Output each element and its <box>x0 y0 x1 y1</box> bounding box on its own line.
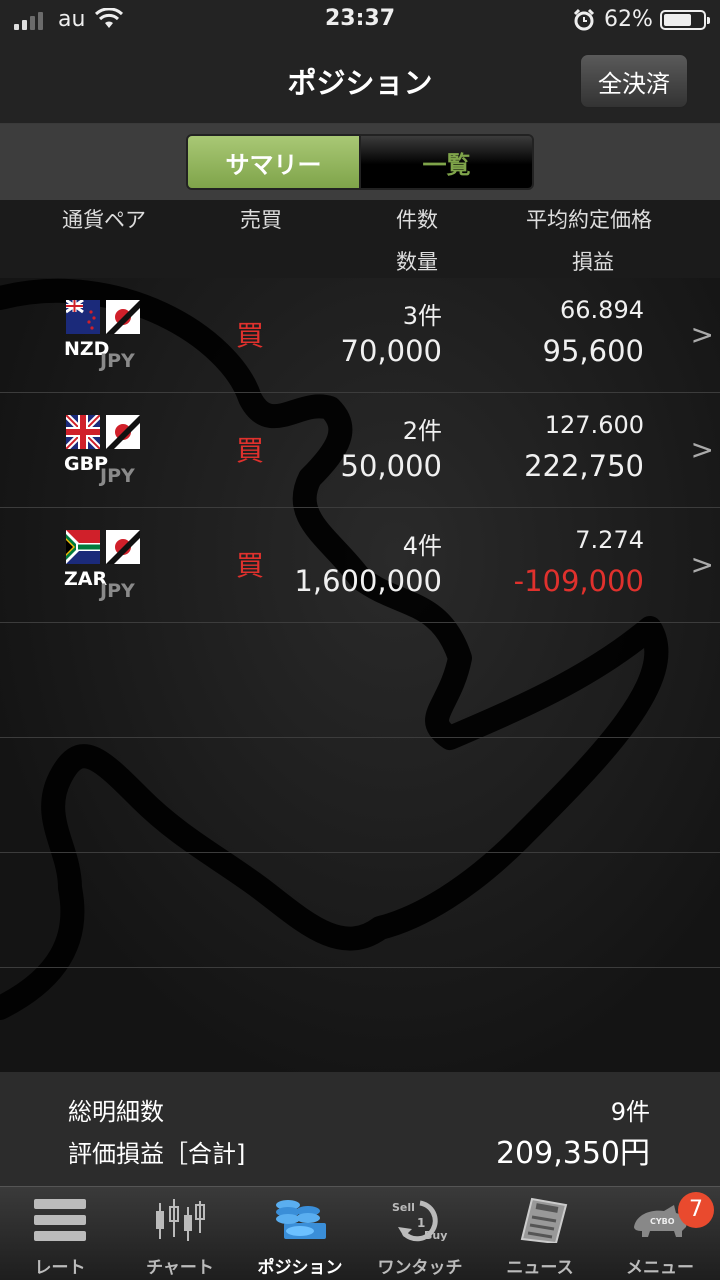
avg-price: 66.894 <box>560 296 644 324</box>
summary-panel: 総明細数 9件 評価損益［合計] 209,350円 <box>0 1072 720 1186</box>
tab-rate-label: レート <box>34 1258 86 1278</box>
currency-pair-flags: GBP JPY <box>64 415 140 489</box>
jp-flag-icon <box>106 415 140 449</box>
header-side: 売買 <box>240 208 282 232</box>
svg-text:Sell: Sell <box>392 1201 415 1214</box>
total-pl-value: 209,350円 <box>495 1136 650 1171</box>
side-label: 買 <box>236 549 265 582</box>
close-all-positions-button[interactable]: 全決済 <box>580 54 688 108</box>
tab-position[interactable]: ポジション <box>240 1187 360 1280</box>
column-header: 通貨ペア 売買 件数 数量 平均約定価格 損益 <box>0 200 720 278</box>
segment-list[interactable]: 一覧 <box>361 136 532 188</box>
currency-pair-flags: NZD JPY <box>64 300 140 374</box>
avg-price: 127.600 <box>544 411 644 439</box>
tab-chart-label: チャート <box>146 1258 214 1278</box>
tab-position-label: ポジション <box>257 1258 343 1278</box>
chevron-right-icon: > <box>690 433 714 466</box>
view-segmented-control: サマリー 一覧 <box>186 134 534 190</box>
position-row-gbp-jpy[interactable]: GBP JPY 買 2件 50,000 127.600 222,750 > <box>0 393 720 508</box>
nz-flag-icon <box>66 300 100 334</box>
profit-loss: -109,000 <box>513 564 644 598</box>
avg-price: 7.274 <box>575 526 644 554</box>
tab-news[interactable]: ニュース <box>480 1187 600 1280</box>
svg-text:CYBO: CYBO <box>650 1217 675 1226</box>
empty-row <box>0 623 720 738</box>
rate-list-icon <box>34 1199 86 1241</box>
quote-currency-code: JPY <box>100 350 135 372</box>
jp-flag-icon <box>106 530 140 564</box>
battery-percent: 62% <box>604 7 653 32</box>
segment-area: サマリー 一覧 <box>0 124 720 200</box>
tab-chart[interactable]: チャート <box>120 1187 240 1280</box>
header-pair: 通貨ペア <box>62 208 146 232</box>
quote-currency-code: JPY <box>100 465 135 487</box>
menu-notification-badge: 7 <box>678 1192 714 1228</box>
position-quantity: 70,000 <box>340 334 442 368</box>
jp-flag-icon <box>106 300 140 334</box>
position-row-zar-jpy[interactable]: ZAR JPY 買 4件 1,600,000 7.274 -109,000 > <box>0 508 720 623</box>
nav-bar: ポジション 全決済 <box>0 40 720 124</box>
position-quantity: 50,000 <box>340 449 442 483</box>
tab-one-touch[interactable]: Sell 1 Buy ワンタッチ <box>360 1187 480 1280</box>
svg-text:Buy: Buy <box>424 1229 447 1242</box>
tab-one-touch-label: ワンタッチ <box>377 1258 463 1278</box>
chevron-right-icon: > <box>690 548 714 581</box>
sell-buy-icon: Sell 1 Buy <box>392 1200 447 1242</box>
position-count: 3件 <box>402 302 442 330</box>
status-bar: au 23:37 62% <box>0 0 720 40</box>
battery-icon <box>660 10 710 30</box>
position-quantity: 1,600,000 <box>294 564 442 598</box>
header-count: 件数 <box>396 208 438 232</box>
uk-flag-icon <box>66 415 100 449</box>
quote-currency-code: JPY <box>100 580 135 602</box>
tab-menu-label: メニュー <box>626 1258 694 1278</box>
total-pl-label: 評価損益［合計] <box>68 1140 246 1168</box>
svg-text:1: 1 <box>417 1216 425 1230</box>
total-count-value: 9件 <box>610 1098 650 1126</box>
side-label: 買 <box>236 434 265 467</box>
candlestick-icon <box>156 1199 205 1241</box>
empty-row <box>0 853 720 968</box>
header-pl: 損益 <box>572 250 614 274</box>
za-flag-icon <box>66 530 100 564</box>
position-count: 2件 <box>402 417 442 445</box>
profit-loss: 222,750 <box>524 449 644 483</box>
tab-rate[interactable]: レート <box>0 1187 120 1280</box>
currency-pair-flags: ZAR JPY <box>64 530 140 604</box>
profit-loss: 95,600 <box>542 334 644 368</box>
total-count-label: 総明細数 <box>68 1098 164 1126</box>
tab-bar: レート チャート ポジション Sell 1 Buy ワンタッチ ニュース CYB… <box>0 1186 720 1280</box>
header-quantity: 数量 <box>396 250 438 274</box>
chevron-right-icon: > <box>690 318 714 351</box>
empty-row <box>0 738 720 853</box>
position-row-nzd-jpy[interactable]: NZD JPY 買 3件 70,000 66.894 95,600 > <box>0 278 720 393</box>
positions-list[interactable]: NZD JPY 買 3件 70,000 66.894 95,600 > GBP <box>0 278 720 1072</box>
tab-news-label: ニュース <box>506 1258 574 1278</box>
header-avg-price: 平均約定価格 <box>526 208 652 232</box>
newspaper-icon <box>520 1197 568 1243</box>
coins-icon <box>276 1200 326 1239</box>
position-count: 4件 <box>402 532 442 560</box>
segment-summary[interactable]: サマリー <box>188 136 361 188</box>
alarm-icon <box>573 8 595 31</box>
side-label: 買 <box>236 319 265 352</box>
